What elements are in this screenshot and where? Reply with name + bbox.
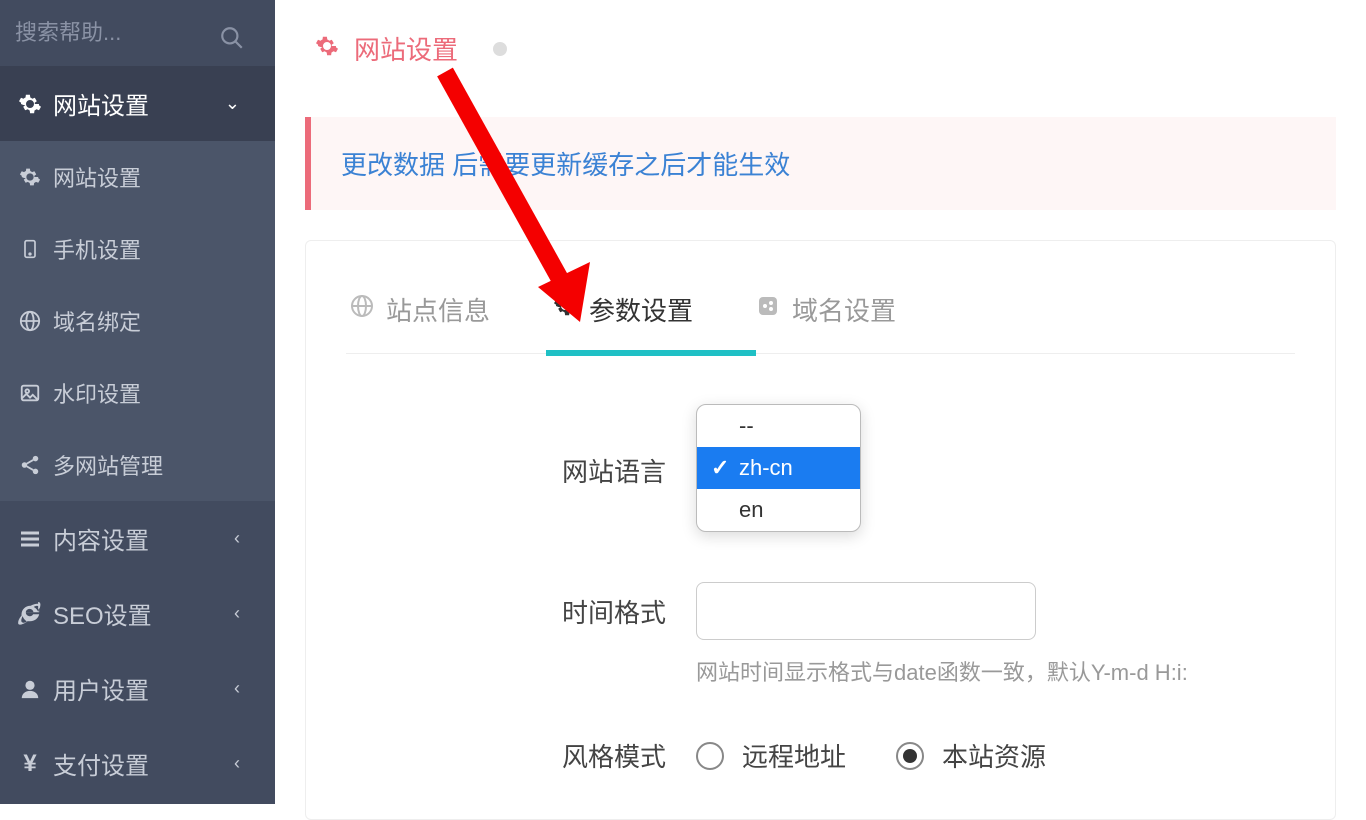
globe-icon [350,294,374,325]
radio-label: 本站资源 [942,737,1046,774]
dropdown-option-zhcn[interactable]: zh-cn [697,447,860,489]
share-icon [15,454,45,476]
settings-panel: 站点信息 参数设置 域名设置 网站语言 -- zh-cn en [305,240,1336,820]
alert-text: 更改数据 后需要更新缓存之后才能生效 [341,150,790,180]
sidebar-item-label: 支付设置 [53,746,149,781]
dropdown-option-blank[interactable]: -- [697,405,860,447]
chevron-left-icon: ‹ [234,678,240,699]
chevron-left-icon: ‹ [234,753,240,774]
search-box [0,0,275,66]
radio-circle-icon [696,742,724,770]
chevron-down-icon: ⌄ [225,93,240,114]
row-style-mode: 风格模式 远程地址 本站资源 [346,737,1295,774]
alert-banner: 更改数据 后需要更新缓存之后才能生效 [305,117,1336,210]
sidebar-item-label: 水印设置 [53,377,141,409]
chevron-left-icon: ‹ [234,603,240,624]
tab-domain-settings[interactable]: 域名设置 [752,281,900,353]
style-mode-label: 风格模式 [346,737,696,774]
sidebar: 网站设置 ⌄ 网站设置 手机设置 域名绑定 水印设置 多网站管理 内容设置 ‹ … [0,0,275,804]
tab-label: 域名设置 [792,291,896,328]
user-icon [15,678,45,700]
sidebar-item-payment-settings[interactable]: ¥ 支付设置 ‹ [0,726,275,801]
gear-icon [553,294,577,325]
tab-label: 参数设置 [589,291,693,328]
share-icon [756,294,780,325]
sidebar-subitem-site-settings[interactable]: 网站设置 [0,141,275,213]
settings-form: 网站语言 -- zh-cn en 时间格式 网站时间显示格式与date函数一致，… [346,354,1295,774]
tabs: 站点信息 参数设置 域名设置 [346,281,1295,354]
sidebar-item-label: 用户设置 [53,671,149,706]
sidebar-subitem-mobile-settings[interactable]: 手机设置 [0,213,275,285]
phone-icon [15,238,45,260]
sidebar-subitem-watermark[interactable]: 水印设置 [0,357,275,429]
gear-icon [15,92,45,116]
time-format-hint: 网站时间显示格式与date函数一致，默认Y-m-d H:i: [696,655,1295,687]
sidebar-item-seo-settings[interactable]: SEO设置 ‹ [0,576,275,651]
gear-icon [15,166,45,188]
breadcrumb-dot [493,42,507,56]
breadcrumb: 网站设置 [275,0,1366,77]
sidebar-item-label: SEO设置 [53,596,152,631]
bars-icon [15,527,45,551]
sidebar-item-label: 多网站管理 [53,449,163,481]
language-dropdown[interactable]: -- zh-cn en [696,404,861,532]
sidebar-subitem-multisite[interactable]: 多网站管理 [0,429,275,501]
sidebar-item-label: 网站设置 [53,86,149,121]
sidebar-item-user-settings[interactable]: 用户设置 ‹ [0,651,275,726]
time-format-input[interactable] [696,582,1036,640]
language-label: 网站语言 [346,452,696,489]
breadcrumb-title: 网站设置 [354,30,458,67]
search-icon[interactable] [219,25,245,56]
dropdown-option-en[interactable]: en [697,489,860,531]
yen-icon: ¥ [15,750,45,778]
sidebar-item-label: 网站设置 [53,161,141,193]
time-format-label: 时间格式 [346,593,696,630]
radio-label: 远程地址 [742,737,846,774]
chevron-left-icon: ‹ [234,528,240,549]
row-time-format: 时间格式 [346,582,1295,640]
radio-local[interactable]: 本站资源 [896,737,1046,774]
main-content: 网站设置 更改数据 后需要更新缓存之后才能生效 站点信息 参数设置 域名设置 网… [275,0,1366,804]
radio-remote[interactable]: 远程地址 [696,737,846,774]
sidebar-item-label: 域名绑定 [53,305,141,337]
sidebar-item-label: 内容设置 [53,521,149,556]
style-mode-radio-group: 远程地址 本站资源 [696,737,1295,774]
sidebar-item-content-settings[interactable]: 内容设置 ‹ [0,501,275,576]
ie-icon [15,602,45,626]
globe-icon [15,310,45,332]
tab-label: 站点信息 [386,291,490,328]
sidebar-item-site-settings[interactable]: 网站设置 ⌄ [0,66,275,141]
image-icon [15,382,45,404]
row-language: 网站语言 -- zh-cn en [346,404,1295,537]
sidebar-subitem-domain-binding[interactable]: 域名绑定 [0,285,275,357]
tab-param-settings[interactable]: 参数设置 [549,281,697,353]
gear-icon [315,34,339,63]
tab-site-info[interactable]: 站点信息 [346,281,494,353]
radio-circle-icon [896,742,924,770]
sidebar-item-label: 手机设置 [53,233,141,265]
